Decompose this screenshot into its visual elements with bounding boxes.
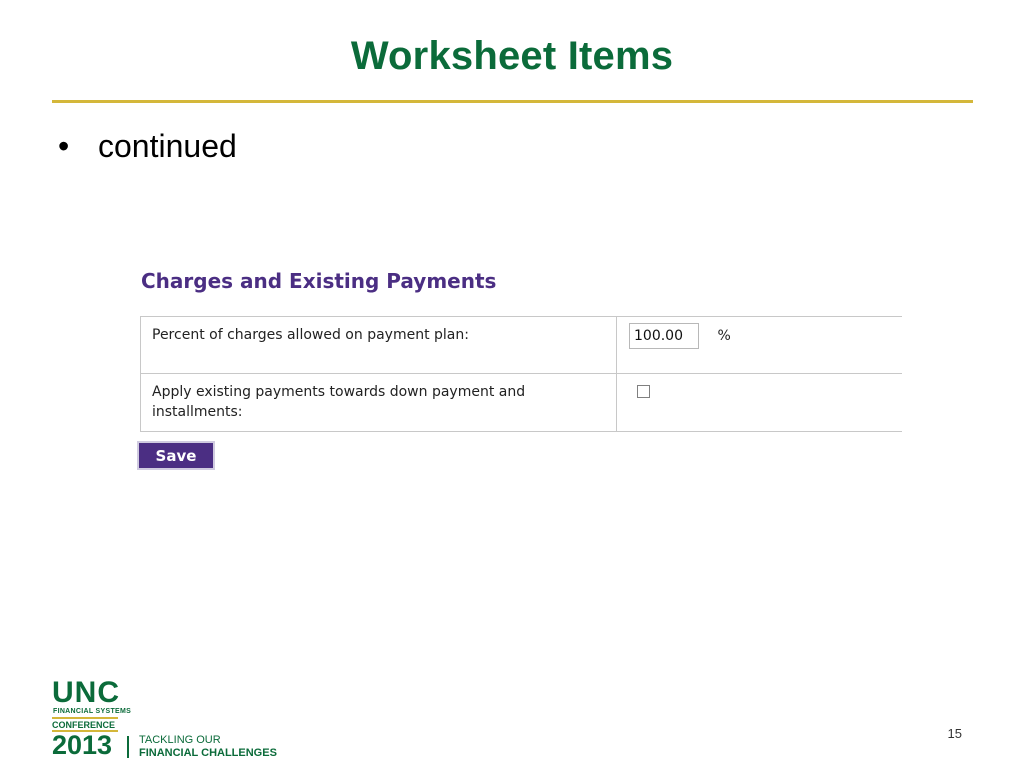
- page-number: 15: [947, 726, 962, 741]
- percent-charges-cell: %: [616, 316, 902, 374]
- panel-heading: Charges and Existing Payments: [141, 269, 497, 293]
- logo-tagline-1: TACKLING OUR: [139, 734, 221, 746]
- percent-unit: %: [717, 328, 731, 344]
- settings-table: Percent of charges allowed on payment pl…: [140, 316, 902, 432]
- bullet-item: • continued: [58, 128, 237, 165]
- apply-payments-checkbox[interactable]: [637, 385, 650, 398]
- apply-payments-cell: [616, 373, 902, 432]
- percent-charges-label: Percent of charges allowed on payment pl…: [140, 316, 617, 374]
- logo-rule-top: [52, 717, 118, 719]
- table-row: Apply existing payments towards down pay…: [140, 373, 902, 432]
- title-divider: [52, 100, 973, 103]
- bullet-dot: •: [58, 128, 70, 164]
- logo-divider: [127, 736, 129, 758]
- logo-event: CONFERENCE: [52, 720, 116, 730]
- bullet-text: continued: [98, 128, 237, 164]
- percent-charges-input[interactable]: [629, 323, 699, 349]
- logo-unc: UNC: [52, 676, 120, 709]
- logo-tagline-2: FINANCIAL CHALLENGES: [139, 747, 277, 759]
- apply-payments-label: Apply existing payments towards down pay…: [140, 373, 617, 432]
- logo-year: 2013: [52, 730, 113, 760]
- table-row: Percent of charges allowed on payment pl…: [140, 316, 902, 374]
- conference-logo: UNC FINANCIAL SYSTEMS CONFERENCE 2013 TA…: [52, 678, 292, 760]
- save-button[interactable]: Save: [137, 441, 215, 470]
- logo-subtitle: FINANCIAL SYSTEMS: [53, 708, 132, 715]
- slide-title: Worksheet Items: [350, 34, 674, 78]
